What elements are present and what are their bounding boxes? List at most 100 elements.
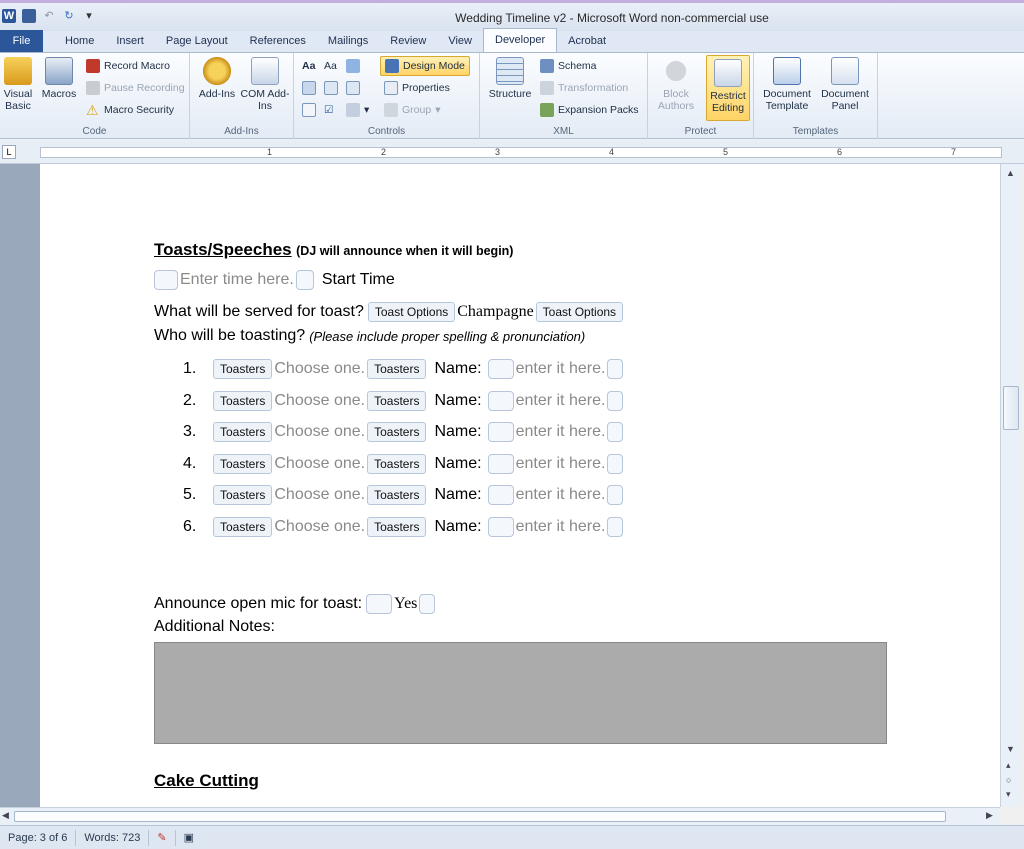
transformation-icon (540, 81, 554, 95)
toasters-end-tag: Toasters (367, 485, 427, 506)
additional-notes-label: Additional Notes: (154, 618, 275, 635)
tab-page-layout[interactable]: Page Layout (155, 30, 239, 52)
macro-security-button[interactable]: ⚠ Macro Security (86, 101, 174, 119)
word-count[interactable]: Words: 723 (76, 829, 150, 846)
tab-developer[interactable]: Developer (483, 28, 558, 52)
toaster-name-input[interactable]: enter it here. (516, 423, 606, 441)
served-question: What will be served for toast? (154, 303, 364, 320)
pause-recording-button[interactable]: Pause Recording (86, 79, 185, 97)
structure-button[interactable]: Structure (484, 57, 536, 100)
tab-view[interactable]: View (437, 30, 483, 52)
ruler-scale[interactable]: 1 2 3 4 5 6 7 (40, 147, 1002, 158)
toaster-choice-dropdown[interactable]: Choose one. (274, 360, 365, 378)
macro-record-icon[interactable]: ▣ (176, 830, 202, 846)
structure-icon (496, 57, 524, 85)
design-mode-icon (385, 59, 399, 73)
toasters-end-tag: Toasters (367, 453, 427, 474)
design-mode-button[interactable]: Design Mode (380, 56, 470, 76)
proofing-icon[interactable]: ✎ (149, 829, 176, 846)
tab-home[interactable]: Home (43, 30, 105, 52)
name-label: Name: (434, 423, 482, 441)
toasters-tag: Toasters (213, 359, 273, 379)
toast-options-dropdown[interactable]: Champagne (457, 303, 533, 321)
start-time-label: Start Time (321, 271, 395, 288)
tab-selector[interactable]: L (2, 145, 16, 159)
browse-object-icon[interactable]: ○ (1006, 775, 1011, 785)
date-picker-control-icon[interactable] (302, 101, 316, 119)
legacy-tools-icon[interactable]: ▾ (346, 101, 369, 119)
record-macro-button[interactable]: Record Macro (86, 57, 170, 75)
toaster-name-input[interactable]: enter it here. (516, 455, 606, 473)
toaster-row: 1. Toasters Choose one. Toasters Name: enter … (183, 359, 624, 379)
expansion-packs-button[interactable]: Expansion Packs (540, 101, 639, 119)
macros-button[interactable]: Macros (36, 57, 82, 100)
toaster-number: 3. (183, 423, 197, 441)
tab-insert[interactable]: Insert (105, 30, 155, 52)
gear-icon (203, 57, 231, 85)
vertical-scrollbar[interactable]: ▲ ▼ ▴ ○ ▾ (1000, 164, 1022, 807)
toaster-number: 1. (183, 360, 197, 377)
dropdown-control-icon[interactable] (346, 79, 360, 97)
document-panel-button[interactable]: Document Panel (816, 57, 874, 112)
group-button[interactable]: Group ▾ (384, 101, 440, 119)
toasters-tag: Toasters (213, 453, 273, 474)
tab-references[interactable]: References (239, 30, 317, 52)
toaster-choice-dropdown[interactable]: Choose one. (274, 486, 365, 504)
toaster-row: 4. Toasters Choose one. Toasters Name: enter … (183, 453, 624, 474)
tab-file[interactable]: File (0, 30, 43, 52)
scroll-up-arrow[interactable]: ▲ (1006, 168, 1015, 178)
tab-acrobat[interactable]: Acrobat (557, 30, 617, 52)
previous-page-icon[interactable]: ▴ (1006, 760, 1011, 771)
document-template-button[interactable]: Document Template (758, 57, 816, 112)
toaster-choice-dropdown[interactable]: Choose one. (274, 455, 365, 473)
tab-mailings[interactable]: Mailings (317, 30, 379, 52)
com-addins-button[interactable]: COM Add-Ins (240, 57, 290, 112)
toaster-choice-dropdown[interactable]: Choose one. (274, 423, 365, 441)
horizontal-scroll-thumb[interactable] (14, 811, 946, 822)
addins-button[interactable]: Add-Ins (194, 57, 240, 100)
additional-notes-box[interactable] (154, 642, 887, 744)
scroll-down-arrow[interactable]: ▼ (1006, 744, 1015, 754)
block-authors-button[interactable]: Block Authors (652, 57, 700, 112)
page-count[interactable]: Page: 3 of 6 (0, 829, 77, 846)
building-block-control-icon[interactable] (302, 79, 316, 97)
properties-button[interactable]: Properties (384, 79, 450, 97)
toasters-end-tag: Toasters (367, 390, 427, 411)
visual-basic-button[interactable]: Visual Basic (0, 57, 36, 112)
lock-icon (714, 59, 742, 87)
toaster-name-input[interactable]: enter it here. (516, 486, 606, 504)
cake-heading-line: Cake Cutting (154, 771, 259, 791)
transformation-button[interactable]: Transformation (540, 79, 628, 97)
scroll-right-arrow[interactable]: ▶ (986, 810, 993, 821)
toasters-tag: Toasters (213, 390, 273, 411)
schema-button[interactable]: Schema (540, 57, 597, 75)
toasts-note: (DJ will announce when it will begin) (296, 244, 514, 258)
toaster-choice-dropdown[interactable]: Choose one. (274, 518, 365, 536)
plain-text-control-icon[interactable]: Aa (324, 57, 337, 75)
tab-review[interactable]: Review (379, 30, 437, 52)
rich-text-control-icon[interactable]: Aa (302, 57, 315, 75)
restrict-editing-button[interactable]: Restrict Editing (706, 55, 750, 121)
group-protect: Block Authors Restrict Editing Protect (648, 53, 754, 139)
toaster-name-input[interactable]: enter it here. (516, 518, 606, 536)
checkbox-control-icon[interactable]: ☑ (324, 101, 333, 119)
toaster-choice-dropdown[interactable]: Choose one. (274, 392, 365, 410)
combo-box-control-icon[interactable] (324, 79, 338, 97)
toaster-name-input[interactable]: enter it here. (516, 392, 606, 410)
group-controls: Aa Aa ☑ ▾ Design Mode Properties Group ▾… (294, 53, 480, 139)
toaster-name-input[interactable]: enter it here. (516, 360, 606, 378)
picture-control-icon[interactable] (346, 57, 360, 75)
vertical-scroll-thumb[interactable] (1003, 386, 1019, 430)
left-margin-area (0, 164, 40, 807)
toasts-heading: Toasts/Speeches (154, 240, 292, 259)
title-bar: W ↶ ↻ ▾ Wedding Timeline v2 - Microsoft … (0, 0, 1024, 31)
next-page-icon[interactable]: ▾ (1006, 789, 1011, 800)
open-mic-dropdown[interactable]: Yes (394, 595, 417, 613)
cake-heading: Cake Cutting (154, 771, 259, 790)
toaster-row: 5. Toasters Choose one. Toasters Name: enter … (183, 485, 624, 506)
document-page[interactable]: Toasts/Speeches (DJ will announce when i… (40, 164, 1000, 807)
time-input[interactable]: Enter time here. (180, 271, 294, 289)
schema-icon (540, 59, 554, 73)
scroll-left-arrow[interactable]: ◀ (2, 810, 9, 821)
horizontal-scrollbar[interactable]: ◀ ▶ (0, 807, 1000, 825)
